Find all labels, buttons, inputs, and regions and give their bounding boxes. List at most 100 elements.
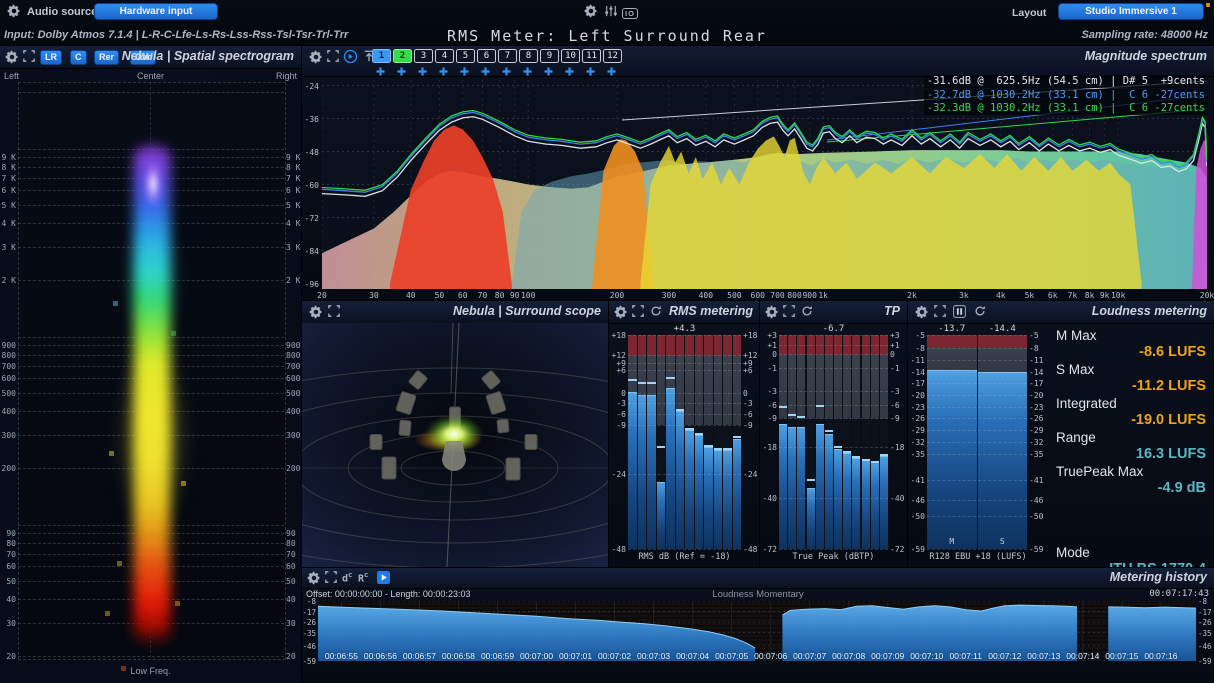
meter-bar-fill (676, 411, 685, 549)
meter-tick-label: -3 (609, 399, 626, 408)
spatial-freq-label-right: 60 (286, 562, 296, 571)
meter-peak-marker (704, 445, 713, 447)
channel-button-12[interactable]: 12 (603, 49, 622, 63)
meter-tick-label: -9 (760, 414, 777, 423)
channel-button-2[interactable]: 2 (393, 49, 412, 63)
meter-bar-fill (788, 427, 796, 549)
channel-add-button-9[interactable] (540, 63, 557, 81)
meter-bar (862, 335, 870, 549)
channel-add-button-8[interactable] (519, 63, 536, 81)
history-y-label: -26 (1198, 618, 1212, 627)
history-y-label: -35 (302, 629, 316, 638)
history-mode-label: Loudness Momentary (302, 589, 1214, 600)
layout-preset-button[interactable]: Studio Immersive 1 (1058, 3, 1204, 20)
meter-tick-label: 0 (760, 350, 777, 359)
channel-add-button-7[interactable] (498, 63, 515, 81)
meter-bar-fill (927, 370, 977, 549)
meter-bar-fill (816, 424, 824, 549)
hardware-input-button[interactable]: Hardware input (94, 3, 218, 20)
scope-gear-icon[interactable] (308, 305, 323, 320)
spatial-freq-label-left: 3 K (0, 243, 16, 252)
scope-expand-icon[interactable] (326, 305, 341, 320)
meter-tick-label: -1 (890, 364, 900, 373)
spatial-freq-label-left: 400 (0, 407, 16, 416)
rms-meter: +18+18+12+12+9+9+6+600-3-3-6-6-9-9-24-24… (609, 301, 760, 567)
spectrum-x-label: 300 (662, 291, 676, 300)
meter-bar (657, 335, 666, 549)
channel-add-button-3[interactable] (414, 63, 431, 81)
channel-add-button-2[interactable] (393, 63, 410, 81)
spatial-filter-button-rer[interactable]: Rer (94, 50, 119, 65)
meter-peak-marker (834, 446, 842, 448)
spatial-freq-label-left: 500 (0, 389, 16, 398)
meter-tick-label: -26 (908, 414, 925, 423)
meter-tick-label: -46 (908, 496, 925, 505)
history-y-label: -46 (302, 642, 316, 651)
spatial-freq-label-right: 200 (286, 464, 300, 473)
channel-button-5[interactable]: 5 (456, 49, 475, 63)
spatial-filter-button-c[interactable]: C (70, 50, 87, 65)
channel-add-button-5[interactable] (456, 63, 473, 81)
meter-tick-label: -41 (1029, 476, 1043, 485)
spatial-freq-label-left: 800 (0, 351, 16, 360)
channel-button-9[interactable]: 9 (540, 49, 559, 63)
channel-add-button-12[interactable] (603, 63, 620, 81)
channel-button-10[interactable]: 10 (561, 49, 580, 63)
spatial-gear-icon[interactable] (4, 50, 19, 65)
meter-bar (807, 335, 815, 549)
sliders-icon[interactable] (603, 5, 618, 20)
meter-bar-fill (871, 462, 879, 549)
channel-button-7[interactable]: 7 (498, 49, 517, 63)
meter-tick-label: -50 (908, 512, 925, 521)
spatial-freq-label-left: 50 (0, 577, 16, 586)
loudness-readout-value: -4.9 dB (1056, 480, 1206, 497)
spatial-freq-label-left: 70 (0, 550, 16, 559)
meter-peak-marker (647, 382, 656, 384)
live-play-icon[interactable] (343, 49, 358, 64)
settings-gear-icon[interactable] (583, 4, 598, 19)
meter-bar-fill (733, 439, 742, 549)
channel-button-8[interactable]: 8 (519, 49, 538, 63)
channel-button-1[interactable]: 1 (372, 49, 391, 63)
history-play-icon[interactable] (376, 571, 391, 586)
spectrum-gear-icon[interactable] (308, 50, 323, 65)
spatial-freq-label-left: 8 K (0, 163, 16, 172)
meter-tick-label: -6 (743, 410, 753, 419)
channel-button-4[interactable]: 4 (435, 49, 454, 63)
loudness-readout-value: -11.2 LUFS (1056, 378, 1206, 395)
channel-button-6[interactable]: 6 (477, 49, 496, 63)
meter-tick-label: -3 (890, 387, 900, 396)
spectrum-readout-0: -31.6dB @ 625.5Hz (54.5 cm) | D# 5 +9cen… (924, 75, 1208, 88)
spectrum-expand-icon[interactable] (325, 50, 340, 65)
history-gear-icon[interactable] (306, 571, 321, 586)
meter-peak-marker (797, 416, 805, 418)
reset-counter-icon[interactable]: Rc (358, 571, 368, 584)
spatial-filter-button-lr[interactable]: LR (40, 50, 62, 65)
delta-mode-icon[interactable]: dc (342, 571, 352, 584)
history-expand-icon[interactable] (323, 571, 338, 586)
spectrum-x-label: 700 (770, 291, 784, 300)
io-icon[interactable]: IO (622, 5, 637, 20)
channel-add-button-1[interactable] (372, 63, 389, 81)
audio-source-gear-icon[interactable] (6, 4, 21, 19)
spatial-freq-label-left: 20 (0, 652, 16, 661)
meter-tick-label: +6 (743, 366, 753, 375)
channel-add-button-11[interactable] (582, 63, 599, 81)
channel-add-button-6[interactable] (477, 63, 494, 81)
channel-add-button-10[interactable] (561, 63, 578, 81)
spectrum-x-label: 3k (959, 291, 969, 300)
spatial-expand-icon[interactable] (21, 50, 36, 65)
channel-add-button-4[interactable] (435, 63, 452, 81)
history-y-label: -17 (1198, 608, 1212, 617)
meter-bar-fill (825, 434, 833, 549)
loudness-caption: R128 EBU +18 (LUFS) (908, 552, 1048, 562)
center-position-label: Center (0, 71, 301, 81)
spatial-freq-label-right: 300 (286, 431, 300, 440)
channel-button-3[interactable]: 3 (414, 49, 433, 63)
meter-bar-fill (978, 372, 1028, 549)
spatial-plot-area (18, 82, 286, 660)
channel-button-11[interactable]: 11 (582, 49, 601, 63)
meter-bar (666, 335, 675, 549)
meter-bars-area (628, 335, 741, 549)
surround-scope-panel: Nebula | Surround scope (302, 301, 608, 567)
